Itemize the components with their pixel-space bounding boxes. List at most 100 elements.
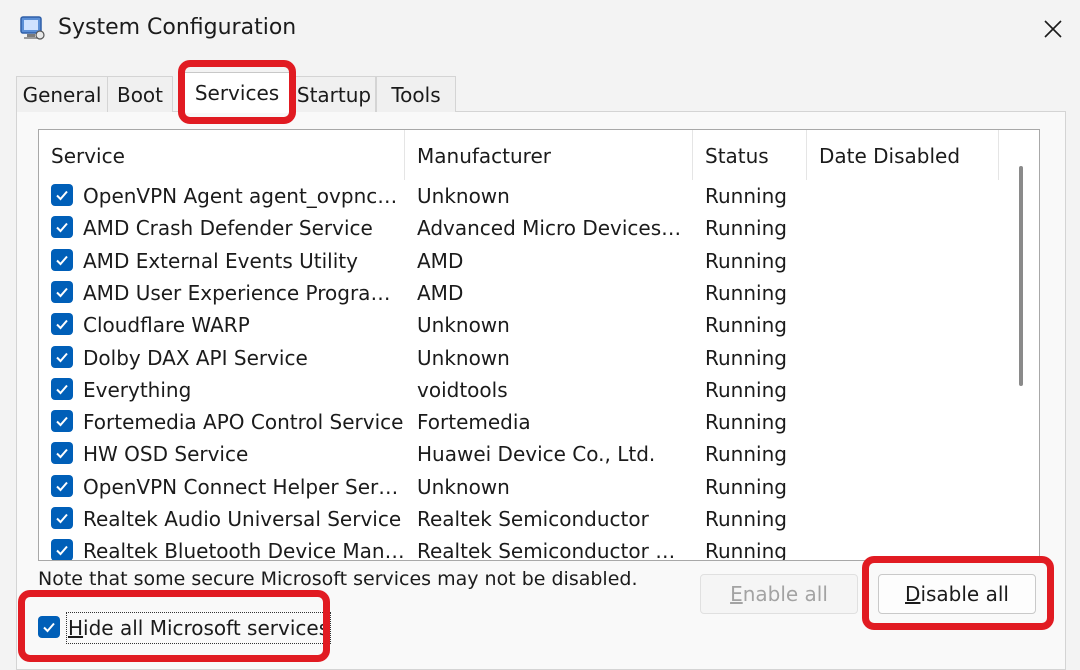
service-checkbox[interactable]: [51, 345, 73, 368]
service-checkbox[interactable]: [51, 442, 73, 465]
table-row[interactable]: Realtek Bluetooth Device Manag... Realtek…: [39, 535, 1019, 561]
service-manufacturer: Realtek Semiconductor Corp.: [417, 539, 687, 561]
tab-label: Services: [194, 81, 280, 105]
checkmark-icon: [56, 223, 68, 233]
service-status: Running: [705, 248, 787, 273]
tab-tools[interactable]: Tools: [376, 76, 456, 112]
table-row[interactable]: Dolby DAX API Service Unknown Running: [39, 342, 1019, 374]
service-name: AMD User Experience Program D...: [83, 280, 407, 305]
scrollbar-thumb[interactable]: [1019, 166, 1023, 386]
service-checkbox[interactable]: [51, 377, 73, 400]
hide-accel: H: [68, 616, 84, 640]
enable-all-button[interactable]: Enable all: [700, 574, 858, 614]
service-checkbox[interactable]: [51, 474, 73, 497]
service-checkbox[interactable]: [51, 248, 73, 271]
checkmark-icon: [56, 546, 68, 556]
service-status: Running: [705, 377, 787, 402]
column-header-date-disabled[interactable]: Date Disabled: [807, 130, 999, 180]
service-status: Running: [705, 280, 787, 305]
tab-general[interactable]: General: [16, 76, 108, 112]
service-name: Fortemedia APO Control Service: [83, 410, 404, 435]
service-checkbox[interactable]: [51, 280, 73, 303]
service-manufacturer: Unknown: [417, 345, 510, 370]
service-name: Everything: [83, 377, 192, 402]
disable-all-label: isable all: [920, 582, 1009, 606]
table-row[interactable]: AMD Crash Defender Service Advanced Micro…: [39, 212, 1019, 244]
service-manufacturer: Huawei Device Co., Ltd.: [417, 442, 656, 467]
service-name: OpenVPN Connect Helper Service: [83, 474, 407, 499]
tab-label: Tools: [391, 83, 441, 107]
note-text: Note that some secure Microsoft services…: [38, 568, 638, 590]
service-checkbox[interactable]: [51, 184, 73, 206]
checkmark-icon: [56, 287, 68, 298]
table-row[interactable]: AMD External Events Utility AMD Running: [39, 245, 1019, 277]
service-name: AMD Crash Defender Service: [83, 216, 373, 241]
service-checkbox[interactable]: [51, 507, 73, 529]
service-manufacturer: AMD: [417, 248, 464, 273]
tab-boot[interactable]: Boot: [107, 76, 173, 112]
service-status: Running: [705, 539, 787, 561]
close-button[interactable]: [1032, 8, 1074, 50]
service-manufacturer: AMD: [417, 280, 464, 305]
service-status: Running: [705, 216, 787, 241]
service-status: Running: [705, 507, 787, 531]
service-name: OpenVPN Agent agent_ovpncon...: [83, 184, 407, 208]
enable-all-label: nable all: [742, 582, 828, 606]
service-name: Cloudflare WARP: [83, 313, 250, 338]
checkmark-icon: [56, 190, 68, 201]
service-manufacturer: Unknown: [417, 313, 510, 338]
service-manufacturer: Unknown: [417, 184, 510, 208]
system-configuration-window: System Configuration General Boot Servic…: [0, 0, 1080, 670]
enable-all-accel: E: [730, 582, 743, 606]
hide-microsoft-services-label: Hide all Microsoft services: [66, 612, 332, 644]
table-row[interactable]: Everything voidtools Running: [39, 374, 1019, 406]
checkmark-icon: [56, 320, 68, 330]
service-name: HW OSD Service: [83, 442, 249, 467]
tab-label: Startup: [296, 83, 372, 107]
checkmark-icon: [43, 622, 55, 633]
table-row[interactable]: OpenVPN Connect Helper Service Unknown Run…: [39, 471, 1019, 503]
service-status: Running: [705, 313, 787, 338]
table-row[interactable]: Cloudflare WARP Unknown Running: [39, 309, 1019, 341]
table-row[interactable]: Fortemedia APO Control Service Fortemedia…: [39, 406, 1019, 438]
title-bar: System Configuration: [0, 0, 1080, 62]
tab-bar: General Boot Services Startup Tools: [16, 72, 456, 113]
service-name: Realtek Bluetooth Device Manag...: [83, 539, 407, 561]
checkmark-icon: [56, 255, 68, 266]
service-checkbox[interactable]: [51, 539, 73, 560]
service-checkbox[interactable]: [51, 216, 73, 239]
service-manufacturer: Fortemedia: [417, 410, 531, 435]
table-row[interactable]: HW OSD Service Huawei Device Co., Ltd. Run…: [39, 438, 1019, 470]
table-row[interactable]: AMD User Experience Program D... AMD Runni…: [39, 277, 1019, 309]
disable-all-button[interactable]: Disable all: [878, 574, 1036, 614]
tab-startup[interactable]: Startup: [292, 76, 376, 112]
service-manufacturer: voidtools: [417, 377, 508, 402]
tab-label: Boot: [116, 83, 164, 107]
checkmark-icon: [56, 513, 68, 524]
service-checkbox[interactable]: [51, 313, 73, 336]
service-name: Realtek Audio Universal Service: [83, 507, 402, 531]
column-header-service[interactable]: Service: [39, 130, 405, 180]
column-header-manufacturer[interactable]: Manufacturer: [405, 130, 693, 180]
disable-all-accel: D: [905, 582, 921, 606]
checkbox-checked[interactable]: [38, 616, 60, 638]
tab-label: General: [22, 83, 102, 107]
service-status: Running: [705, 184, 787, 208]
tab-services[interactable]: Services: [182, 72, 292, 113]
column-header-status[interactable]: Status: [693, 130, 807, 180]
table-row[interactable]: Realtek Audio Universal Service Realtek S…: [39, 503, 1019, 535]
msconfig-icon: [18, 14, 46, 42]
table-row[interactable]: OpenVPN Agent agent_ovpncon... Unknown Run…: [39, 180, 1019, 212]
close-icon: [1044, 20, 1062, 38]
service-status: Running: [705, 474, 787, 499]
service-manufacturer: Realtek Semiconductor: [417, 507, 649, 531]
service-name: AMD External Events Utility: [83, 248, 358, 273]
service-manufacturer: Unknown: [417, 474, 510, 499]
checkmark-icon: [56, 384, 68, 395]
checkmark-icon: [56, 481, 68, 492]
service-manufacturer: Advanced Micro Devices, I...: [417, 216, 687, 241]
checkmark-icon: [56, 352, 68, 362]
checkmark-icon: [56, 449, 68, 459]
service-checkbox[interactable]: [51, 410, 73, 433]
services-list[interactable]: Service Manufacturer Status Date Disable…: [38, 129, 1040, 561]
